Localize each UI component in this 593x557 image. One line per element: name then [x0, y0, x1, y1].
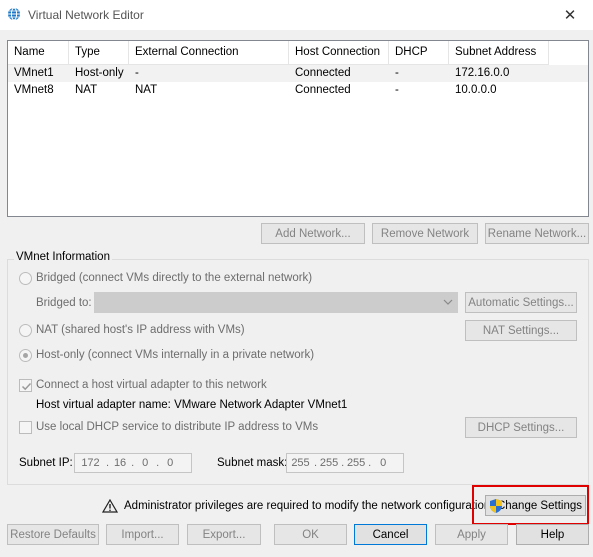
subnet-ip-octet: 16	[113, 457, 127, 469]
connect-adapter-label: Connect a host virtual adapter to this n…	[36, 379, 267, 391]
subnet-mask-field[interactable]: 255. 255. 255. 0	[286, 453, 404, 473]
connect-adapter-checkbox[interactable]	[19, 379, 32, 392]
table-cell: NAT	[75, 84, 98, 96]
table-cell: Host-only	[75, 67, 124, 79]
uac-shield-icon	[490, 499, 502, 513]
window-title: Virtual Network Editor	[28, 8, 144, 22]
automatic-settings-button[interactable]: Automatic Settings...	[465, 292, 577, 313]
vmnet-information-label: VMnet Information	[14, 251, 112, 263]
table-cell: -	[135, 67, 139, 79]
table-cell: 172.16.0.0	[455, 67, 510, 79]
nat-settings-button[interactable]: NAT Settings...	[465, 320, 577, 341]
column-header-subnet-address[interactable]: Subnet Address	[449, 41, 549, 65]
column-header-type[interactable]: Type	[69, 41, 129, 65]
subnet-ip-field[interactable]: 172. 16. 0. 0	[74, 453, 192, 473]
table-cell: -	[395, 84, 399, 96]
bridged-label: Bridged (connect VMs directly to the ext…	[36, 272, 313, 284]
table-row[interactable]: VMnet1 Host-only - Connected - 172.16.0.…	[8, 65, 588, 82]
admin-warning-text: Administrator privileges are required to…	[124, 500, 494, 512]
nat-label: NAT (shared host's IP address with VMs)	[36, 324, 245, 336]
ok-button[interactable]: OK	[274, 524, 347, 545]
remove-network-button[interactable]: Remove Network	[372, 223, 478, 244]
network-globe-icon	[8, 7, 20, 21]
title-bar: Virtual Network Editor ✕	[0, 0, 593, 30]
table-cell: -	[395, 67, 399, 79]
subnet-mask-octet: 255	[346, 457, 366, 469]
change-settings-label: Change Settings	[496, 499, 582, 512]
dhcp-label: Use local DHCP service to distribute IP …	[36, 421, 319, 433]
table-cell: 10.0.0.0	[455, 84, 497, 96]
table-cell: Connected	[295, 67, 351, 79]
bridged-to-select[interactable]	[94, 292, 458, 313]
cancel-button[interactable]: Cancel	[354, 524, 427, 545]
table-cell: VMnet8	[14, 84, 54, 96]
column-header-external-connection[interactable]: External Connection	[129, 41, 289, 65]
dhcp-checkbox[interactable]	[19, 421, 32, 434]
apply-button[interactable]: Apply	[435, 524, 508, 545]
subnet-mask-octet: 0	[380, 457, 387, 469]
dhcp-settings-button[interactable]: DHCP Settings...	[465, 417, 577, 438]
network-table[interactable]: Name Type External Connection Host Conne…	[7, 40, 589, 217]
add-network-button[interactable]: Add Network...	[261, 223, 365, 244]
column-header-dhcp[interactable]: DHCP	[389, 41, 449, 65]
subnet-ip-octet: 0	[142, 457, 149, 469]
warning-triangle-icon	[102, 499, 118, 513]
subnet-ip-octet: 0	[167, 457, 174, 469]
table-cell: VMnet1	[14, 67, 54, 79]
subnet-ip-label: Subnet IP:	[19, 457, 73, 469]
import-button[interactable]: Import...	[106, 524, 179, 545]
restore-defaults-button[interactable]: Restore Defaults	[7, 524, 99, 545]
help-button[interactable]: Help	[516, 524, 589, 545]
subnet-mask-octet: 255	[319, 457, 339, 469]
close-button[interactable]: ✕	[547, 0, 593, 30]
bridged-radio[interactable]	[19, 272, 32, 285]
table-cell: NAT	[135, 84, 158, 96]
table-cell: Connected	[295, 84, 351, 96]
chevron-down-icon	[443, 299, 453, 305]
adapter-name-label: Host virtual adapter name: VMware Networ…	[36, 399, 348, 411]
export-button[interactable]: Export...	[187, 524, 261, 545]
host-only-radio[interactable]	[19, 349, 32, 362]
nat-radio[interactable]	[19, 324, 32, 337]
subnet-mask-label: Subnet mask:	[217, 457, 288, 469]
column-header-host-connection[interactable]: Host Connection	[289, 41, 389, 65]
checkmark-icon	[21, 382, 32, 391]
bridged-to-label: Bridged to:	[36, 297, 92, 309]
subnet-ip-octet: 172	[81, 457, 100, 469]
subnet-mask-octet: 255	[291, 457, 310, 469]
rename-network-button[interactable]: Rename Network...	[485, 223, 589, 244]
column-header-name[interactable]: Name	[8, 41, 69, 65]
table-row[interactable]: VMnet8 NAT NAT Connected - 10.0.0.0	[8, 82, 588, 99]
close-icon: ✕	[563, 7, 577, 24]
table-header: Name Type External Connection Host Conne…	[8, 41, 588, 65]
host-only-label: Host-only (connect VMs internally in a p…	[36, 349, 315, 361]
